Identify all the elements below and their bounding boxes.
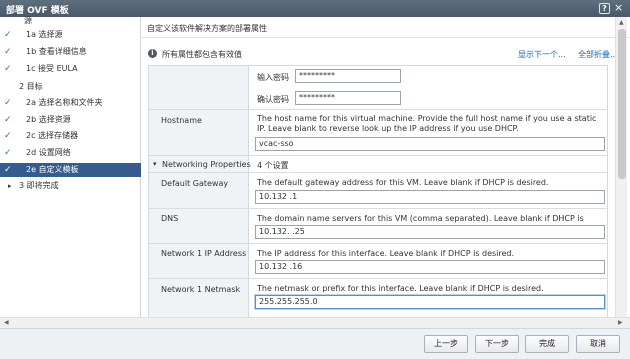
step-label: 1b 查看详细信息 [26, 47, 87, 56]
step-label: 1a 选择源 [26, 30, 63, 39]
netmask-label: Network 1 Netmask [161, 285, 241, 294]
properties-table: 输入密码 ********* 确认密码 ********* Hostname T… [148, 65, 608, 327]
step-3[interactable]: ▸ 3 即将完成 [0, 179, 141, 193]
step-label: 2a 选择名称和文件夹 [26, 98, 103, 107]
hostname-label: Hostname [161, 116, 202, 125]
close-icon[interactable]: × [614, 1, 623, 15]
row-divider [149, 278, 607, 279]
row-divider [149, 208, 607, 209]
step-1b[interactable]: ✓ 1b 查看详细信息 [0, 45, 141, 59]
step-1a[interactable]: ✓ 1a 选择源 [0, 28, 141, 42]
show-next-link[interactable]: 显示下一个... [518, 49, 566, 60]
step-label: 2b 选择资源 [26, 115, 71, 124]
step-2d[interactable]: ✓ 2d 设置网络 [0, 146, 141, 160]
gateway-label: Default Gateway [161, 179, 229, 188]
step-source-header[interactable]: 源 [0, 17, 141, 27]
hostname-description: The host name for this virtual machine. … [257, 114, 597, 133]
row-divider [149, 172, 607, 173]
ip-address-description: The IP address for this interface. Leave… [257, 249, 515, 258]
check-icon: ✓ [4, 47, 12, 57]
password-field[interactable]: ********* [295, 69, 401, 83]
step-label: 2e 自定义模板 [26, 165, 79, 174]
ip-address-label: Network 1 IP Address [161, 249, 247, 258]
chevron-right-icon: ▸ [8, 182, 12, 190]
hostname-field[interactable]: vcac-sso [255, 137, 605, 151]
gateway-description: The default gateway address for this VM.… [257, 178, 549, 187]
row-divider [149, 109, 607, 110]
check-icon: ✓ [4, 165, 12, 175]
networking-settings-count: 4 个设置 [257, 161, 289, 170]
password-label: 输入密码 [257, 73, 289, 82]
window-title: 部署 OVF 模板 [6, 6, 69, 16]
confirm-password-label: 确认密码 [257, 95, 289, 104]
panel-heading: 自定义该软件解决方案的部署属性 [147, 24, 267, 33]
check-icon: ✓ [4, 115, 12, 125]
step-label: 2 目标 [19, 82, 43, 91]
step-2c[interactable]: ✓ 2c 选择存储器 [0, 129, 141, 143]
scroll-right-arrow-icon[interactable]: ▶ [618, 319, 623, 326]
step-1c[interactable]: ✓ 1c 接受 EULA [0, 62, 141, 76]
ip-address-field[interactable]: 10.132 .16 [255, 260, 605, 274]
next-button[interactable]: 下一步 [475, 335, 519, 353]
confirm-password-field[interactable]: ********* [295, 91, 401, 105]
divider [142, 37, 630, 38]
customize-template-panel: 自定义该软件解决方案的部署属性 i 所有属性都包含有效值 显示下一个... 全部… [142, 17, 630, 328]
row-divider [149, 243, 607, 244]
step-2b[interactable]: ✓ 2b 选择资源 [0, 113, 141, 127]
back-button[interactable]: 上一步 [424, 335, 468, 353]
netmask-field[interactable]: 255.255.255.0 [255, 295, 605, 309]
dns-field[interactable]: 10.132. .25 [255, 225, 605, 239]
networking-properties-label[interactable]: Networking Properties [162, 160, 251, 169]
help-icon[interactable]: ? [599, 3, 610, 14]
finish-button[interactable]: 完成 [525, 335, 569, 353]
step-2[interactable]: 2 目标 [0, 80, 141, 94]
check-icon: ✓ [4, 30, 12, 40]
step-label: 源 [24, 16, 32, 25]
scroll-left-arrow-icon[interactable]: ◀ [4, 319, 9, 326]
horizontal-scrollbar[interactable]: ◀ ▶ [0, 317, 630, 328]
info-icon: i [148, 49, 157, 58]
scroll-thumb[interactable] [618, 29, 626, 179]
step-2e-selected[interactable]: ✓ 2e 自定义模板 [0, 163, 141, 177]
expand-caret-icon[interactable]: ▾ [153, 160, 157, 168]
title-bar: 部署 OVF 模板 ? × [0, 0, 630, 17]
check-icon: ✓ [4, 64, 12, 74]
row-divider [149, 155, 607, 156]
wizard-steps: 源 ✓ 1a 选择源 ✓ 1b 查看详细信息 ✓ 1c 接受 EULA 2 目标… [0, 17, 141, 328]
step-label: 2c 选择存储器 [26, 131, 79, 140]
netmask-description: The netmask or prefix for this interface… [257, 284, 544, 293]
gateway-field[interactable]: 10.132 .1 [255, 190, 605, 204]
check-icon: ✓ [4, 131, 12, 141]
step-label: 2d 设置网络 [26, 148, 71, 157]
step-label: 3 即将完成 [19, 181, 59, 190]
check-icon: ✓ [4, 98, 12, 108]
cancel-button[interactable]: 取消 [576, 335, 620, 353]
step-label: 1c 接受 EULA [26, 64, 78, 73]
collapse-all-link[interactable]: 全部折叠... [578, 49, 618, 60]
validation-text: 所有属性都包含有效值 [162, 50, 242, 59]
dns-label: DNS [161, 214, 179, 223]
wizard-footer: 上一步 下一步 完成 取消 [0, 328, 630, 359]
vertical-scrollbar[interactable]: ▲ ▼ [615, 17, 627, 328]
scroll-up-arrow-icon[interactable]: ▲ [619, 19, 624, 26]
step-2a[interactable]: ✓ 2a 选择名称和文件夹 [0, 96, 141, 110]
check-icon: ✓ [4, 148, 12, 158]
